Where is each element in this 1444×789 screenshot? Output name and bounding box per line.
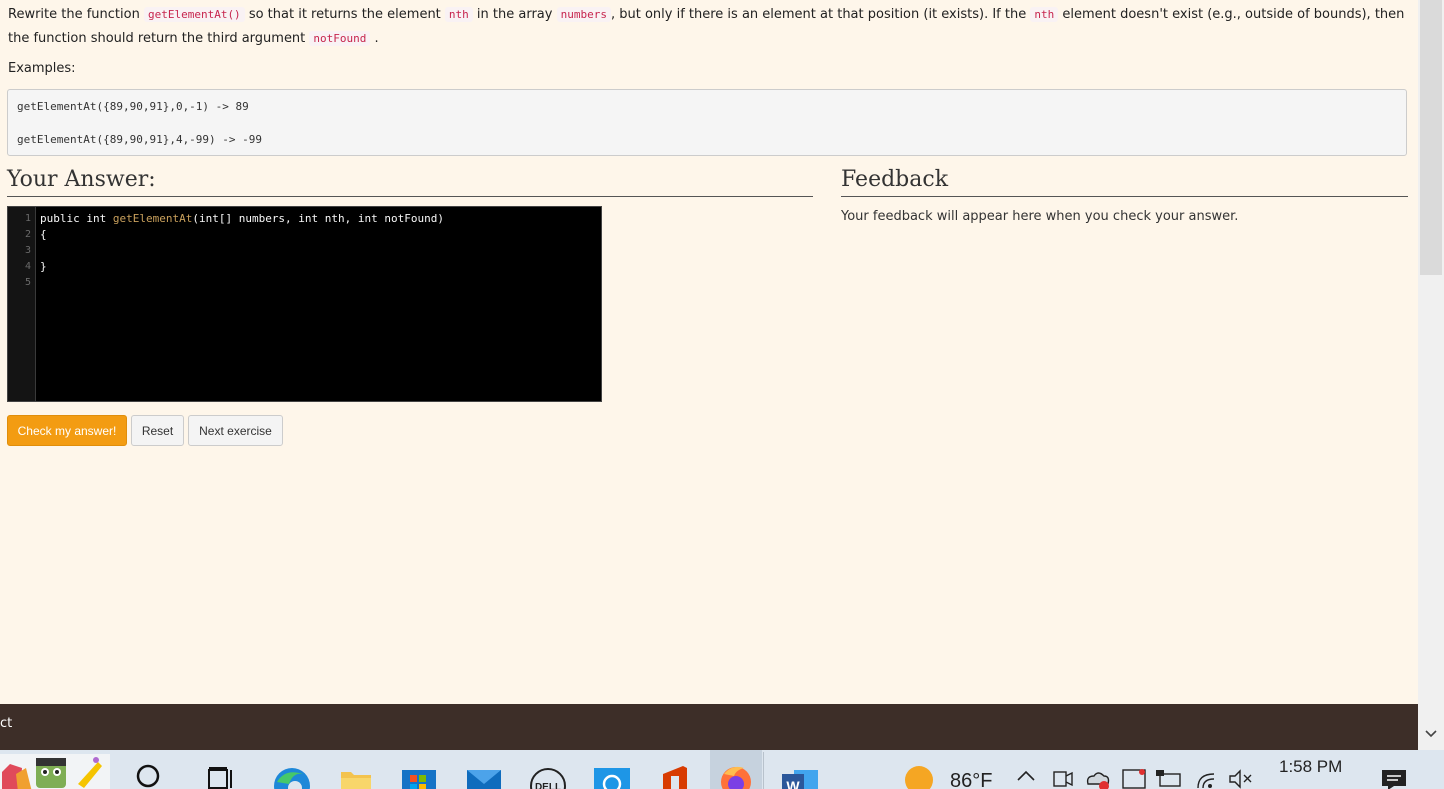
- next-exercise-button[interactable]: Next exercise: [188, 415, 283, 446]
- examples-label: Examples:: [8, 61, 76, 76]
- vertical-scrollbar[interactable]: [1418, 0, 1444, 750]
- scrollbar-thumb[interactable]: [1420, 0, 1442, 275]
- line-number: 4: [24, 261, 31, 272]
- chevron-up-icon[interactable]: [1016, 768, 1050, 789]
- firefox-icon[interactable]: [718, 758, 752, 789]
- file-explorer-icon[interactable]: [339, 758, 373, 789]
- prompt-text: , but only if there is an element at tha…: [610, 7, 1031, 22]
- meet-icon[interactable]: [1052, 768, 1086, 789]
- code-line[interactable]: public int getElementAt(int[] numbers, i…: [40, 212, 444, 225]
- svg-text:W: W: [786, 778, 800, 789]
- examples-box: getElementAt({89,90,91},0,-1) -> 89 getE…: [7, 89, 1407, 156]
- dell-icon[interactable]: DELL: [529, 758, 566, 789]
- inline-code: nth: [444, 7, 473, 22]
- code-line[interactable]: {: [40, 228, 47, 241]
- code-line[interactable]: }: [40, 260, 47, 273]
- line-number: 5: [24, 277, 31, 288]
- code-keyword: public int: [40, 212, 113, 225]
- line-number-gutter: 1 2 3 4 5: [8, 207, 36, 401]
- exercise-page: Rewrite the function getElementAt() so t…: [0, 0, 1418, 704]
- exercise-prompt: Rewrite the function getElementAt() so t…: [8, 3, 1408, 51]
- check-answer-button[interactable]: Check my answer!: [7, 415, 127, 446]
- task-view-icon[interactable]: [203, 758, 237, 789]
- inline-code: numbers: [556, 7, 611, 22]
- prompt-text: .: [370, 31, 379, 46]
- reset-button[interactable]: Reset: [131, 415, 184, 446]
- prompt-text: so that it returns the element: [244, 7, 445, 22]
- display-icon[interactable]: [1120, 766, 1154, 789]
- line-number: 2: [24, 229, 31, 240]
- inline-code: nth: [1030, 7, 1059, 22]
- your-answer-heading: Your Answer:: [7, 167, 813, 197]
- cortana-icon[interactable]: [594, 758, 630, 789]
- edge-icon[interactable]: [273, 758, 310, 789]
- notification-icon[interactable]: [1380, 768, 1414, 789]
- clock-time[interactable]: 1:58 PM: [1279, 757, 1342, 777]
- code-function-name: getElementAt: [112, 212, 193, 225]
- app-stack-icon[interactable]: [0, 754, 110, 789]
- feedback-text: Your feedback will appear here when you …: [841, 209, 1239, 224]
- battery-icon[interactable]: [1156, 768, 1190, 789]
- line-number: 1: [24, 213, 31, 224]
- example-line: getElementAt({89,90,91},4,-99) -> -99: [17, 133, 263, 146]
- inline-code: notFound: [309, 31, 371, 46]
- search-icon[interactable]: [134, 758, 168, 789]
- feedback-heading: Feedback: [841, 167, 1408, 197]
- weather-sun-icon[interactable]: [904, 764, 938, 789]
- office-icon[interactable]: [659, 758, 693, 789]
- example-line: getElementAt({89,90,91},0,-1) -> 89: [17, 100, 249, 113]
- footer-text[interactable]: ct: [0, 716, 12, 731]
- line-number: 3: [24, 245, 31, 256]
- word-icon[interactable]: W: [782, 758, 818, 789]
- windows-taskbar: DELL W 86°F 1:58 PM: [0, 750, 1444, 789]
- code-params: (int[] numbers, int nth, int notFound): [192, 212, 445, 225]
- page-footer: ct: [0, 704, 1418, 750]
- taskbar-separator: [763, 752, 764, 789]
- onedrive-icon[interactable]: [1084, 768, 1118, 789]
- volume-mute-icon[interactable]: [1228, 768, 1262, 789]
- code-editor[interactable]: 1 2 3 4 5 public int getElementAt(int[] …: [7, 206, 602, 402]
- scroll-down-arrow-icon[interactable]: [1424, 728, 1438, 744]
- prompt-text: Rewrite the function: [8, 7, 144, 22]
- prompt-text: in the array: [472, 7, 557, 22]
- svg-text:DELL: DELL: [535, 782, 561, 789]
- store-icon[interactable]: [402, 758, 436, 789]
- mail-icon[interactable]: [466, 758, 501, 789]
- inline-code: getElementAt(): [143, 7, 245, 22]
- weather-temperature[interactable]: 86°F: [950, 770, 992, 789]
- wifi-icon[interactable]: [1194, 768, 1228, 789]
